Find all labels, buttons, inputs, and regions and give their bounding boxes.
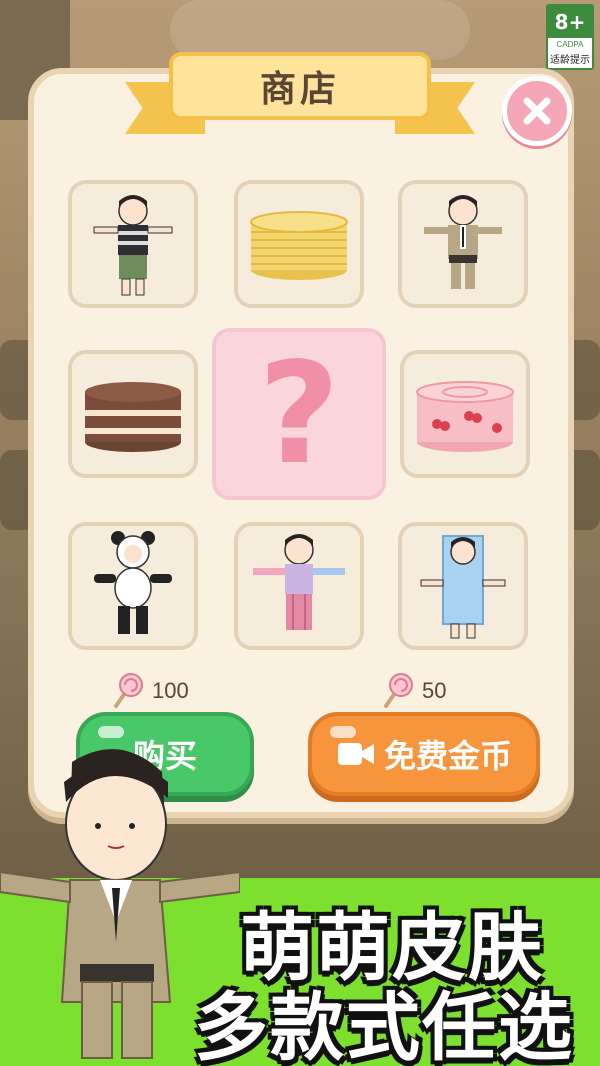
shop-item-rainbow-outfit[interactable]: [234, 522, 364, 650]
free-coins-label: 免费金币: [383, 737, 512, 775]
free-coins-button[interactable]: 免费金币: [308, 712, 540, 796]
close-icon: [523, 97, 551, 125]
lollipop-icon: [384, 673, 413, 708]
shop-item-striped-shirt[interactable]: [68, 180, 198, 308]
shop-title: 商店: [259, 69, 340, 110]
age-rating-label: 适龄提示: [550, 55, 590, 66]
age-rating-badge: 8+ CADPA 适龄提示: [546, 4, 594, 70]
mystery-item-label: ?: [258, 332, 340, 496]
cherry-roll-cake-icon: [416, 381, 514, 452]
shop-title-ribbon: 商店: [125, 52, 475, 144]
striped-shirt-skin-icon: [93, 195, 173, 296]
button-shine: [98, 726, 124, 738]
button-shine: [330, 726, 356, 738]
milk-carton-skin-icon: [420, 535, 506, 639]
close-button[interactable]: [502, 76, 572, 146]
chocolate-cake-icon: [85, 382, 181, 452]
shop-item-khaki-suit[interactable]: [398, 180, 528, 308]
shop-item-chocolate-cake[interactable]: [68, 350, 198, 478]
panda-costume-skin-icon: [94, 531, 172, 634]
pancake-icon: [250, 211, 348, 280]
lollipop-icon: [114, 673, 143, 708]
ribbon-body: 商店: [169, 52, 431, 120]
shop-item-cherry-roll[interactable]: [400, 350, 530, 478]
age-rating-org: CADPA: [556, 40, 584, 49]
khaki-suit-skin-icon: [424, 195, 502, 289]
promo-line-2: 多款式任选: [194, 985, 574, 1066]
age-rating: 8+: [548, 6, 592, 38]
shop-item-pancake[interactable]: [234, 180, 364, 308]
rainbow-outfit-skin-icon: [253, 534, 345, 630]
price-value: 50: [422, 678, 447, 703]
price-left: 100: [110, 672, 189, 710]
price-right: 50: [380, 672, 446, 710]
shop-item-panda[interactable]: [68, 522, 198, 650]
shop-item-milk-carton[interactable]: [398, 522, 528, 650]
shop-item-mystery[interactable]: ?: [212, 328, 386, 500]
price-value: 100: [152, 678, 189, 703]
background-cloud: [170, 0, 470, 60]
video-camera-icon: [337, 743, 374, 765]
